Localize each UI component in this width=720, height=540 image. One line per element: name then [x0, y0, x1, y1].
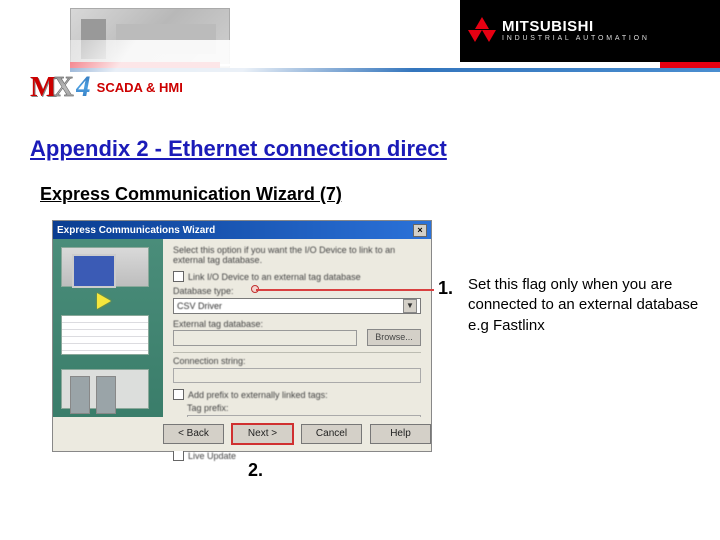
dialog-form: Select this option if you want the I/O D… [163, 239, 431, 417]
decorative-hardware-photo [70, 8, 230, 68]
page-subtitle: Express Communication Wizard (7) [40, 184, 342, 205]
callout-1-line [256, 289, 434, 291]
cancel-button[interactable]: Cancel [301, 424, 362, 444]
pc-icon [61, 247, 149, 287]
ext-db-label: External tag database: [173, 319, 421, 329]
intro-text: Select this option if you want the I/O D… [173, 245, 421, 265]
logo-letter-x: X [53, 72, 73, 104]
arrow-icon [97, 293, 111, 309]
dialog-titlebar: Express Communications Wizard × [53, 221, 431, 239]
prefix-label: Tag prefix: [187, 403, 421, 413]
ext-db-input[interactable] [173, 330, 357, 346]
help-button[interactable]: Help [370, 424, 431, 444]
link-label: Link I/O Device to an external tag datab… [188, 272, 361, 282]
db-type-value: CSV Driver [177, 301, 403, 311]
browse-button[interactable]: Browse... [367, 329, 421, 346]
db-type-combo[interactable]: CSV Driver ▼ [173, 298, 421, 314]
logo-number-4: 4 [76, 70, 91, 104]
prefix-cb-label: Add prefix to externally linked tags: [188, 390, 328, 400]
mitsubishi-logo-icon [468, 17, 496, 45]
brand-main: MITSUBISHI [502, 19, 650, 35]
product-label: SCADA & HMI [97, 80, 183, 95]
callout-1-number: 1. [438, 278, 453, 299]
grid-icon [61, 315, 149, 355]
callout-1-text: Set this flag only when you are connecte… [468, 275, 718, 336]
server-icon [61, 369, 149, 409]
live-update-checkbox[interactable] [173, 450, 184, 461]
dialog-side-graphic [53, 239, 163, 417]
dialog-title: Express Communications Wizard [57, 225, 215, 236]
close-icon[interactable]: × [413, 224, 427, 237]
link-checkbox[interactable] [173, 271, 184, 282]
brand-block: MITSUBISHI INDUSTRIAL AUTOMATION [460, 0, 720, 62]
callout-2-number: 2. [248, 460, 263, 481]
live-update-label: Live Update [188, 451, 236, 461]
conn-label: Connection string: [173, 356, 421, 366]
page-title: Appendix 2 - Ethernet connection direct [30, 136, 447, 162]
dialog-button-row: < Back Next > Cancel Help [53, 417, 431, 451]
conn-input[interactable] [173, 368, 421, 383]
back-button[interactable]: < Back [163, 424, 224, 444]
prefix-checkbox[interactable] [173, 389, 184, 400]
product-logo: M X 4 SCADA & HMI [30, 70, 183, 104]
wizard-dialog: Express Communications Wizard × Select t… [52, 220, 432, 452]
chevron-down-icon: ▼ [403, 299, 417, 313]
brand-sub: INDUSTRIAL AUTOMATION [502, 35, 650, 42]
next-button[interactable]: Next > [232, 424, 293, 444]
db-type-label: Database type: [173, 286, 421, 296]
